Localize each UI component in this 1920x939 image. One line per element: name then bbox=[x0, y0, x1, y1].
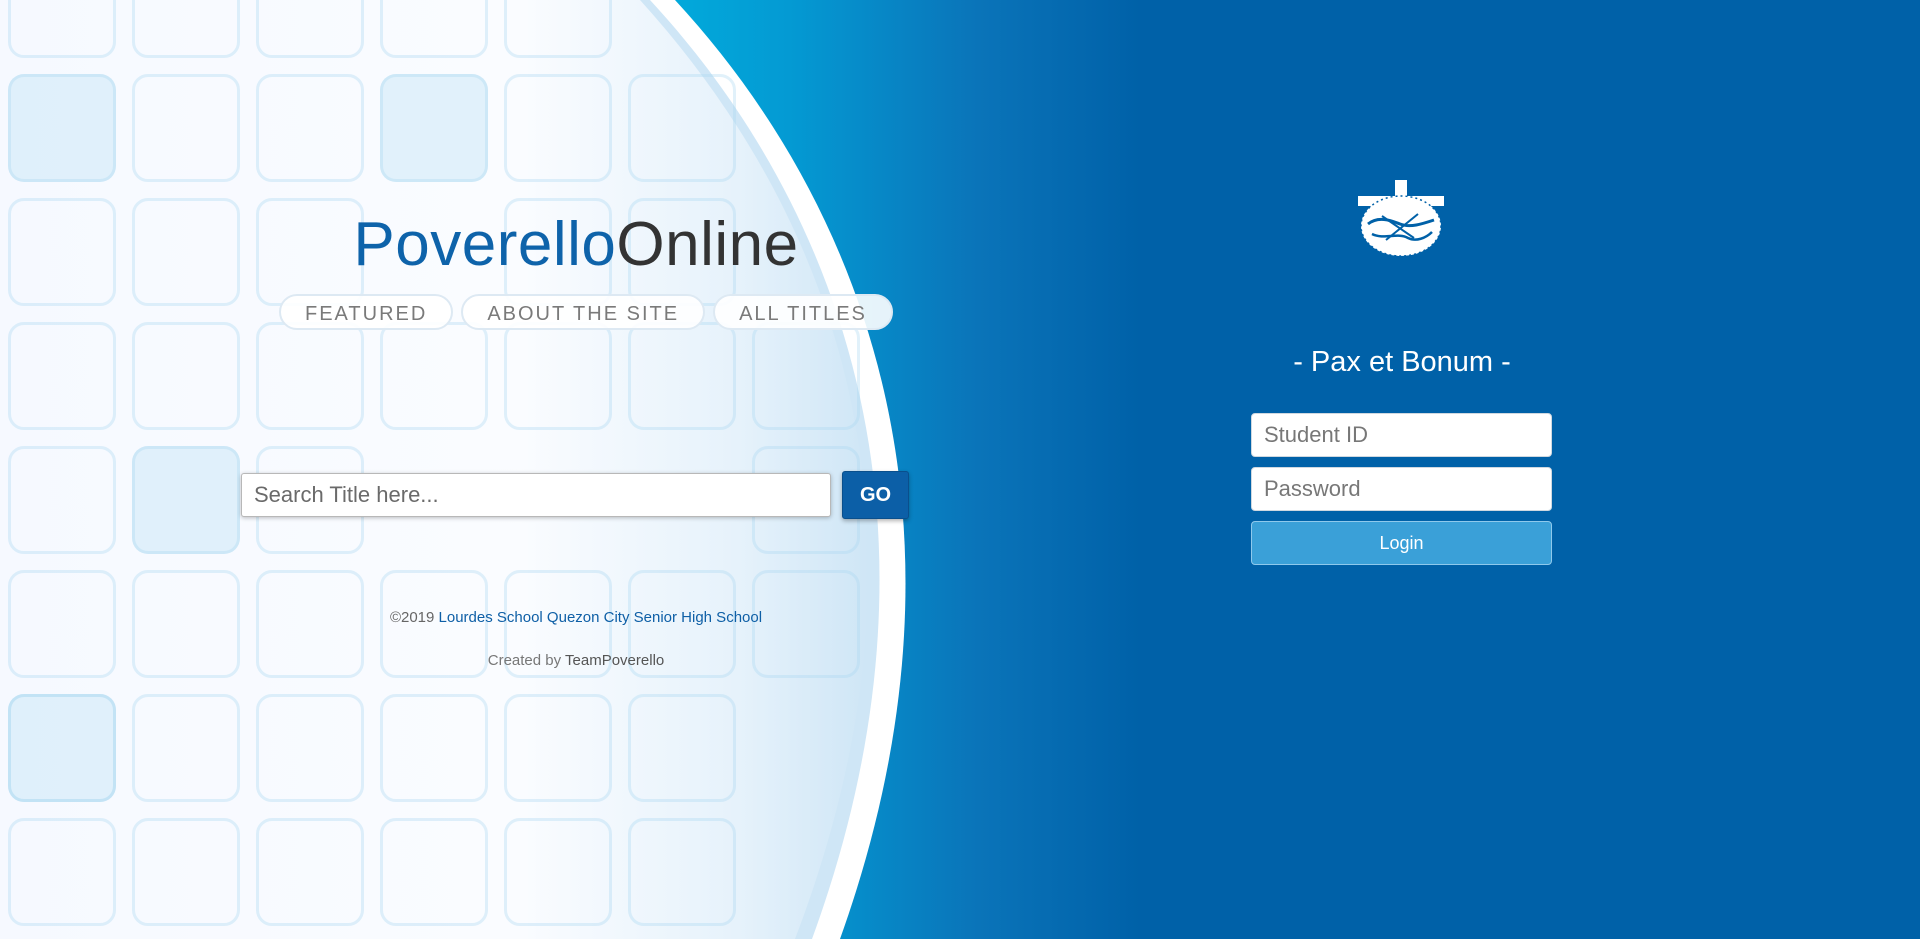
motto: - Pax et Bonum - bbox=[1293, 346, 1511, 378]
student-id-field[interactable] bbox=[1251, 413, 1552, 457]
site-title: PoverelloOnline bbox=[300, 210, 852, 280]
password-field[interactable] bbox=[1251, 467, 1552, 511]
search-input[interactable] bbox=[241, 473, 831, 517]
copyright-year: ©2019 bbox=[389, 609, 435, 626]
created-by-label: Created by bbox=[487, 652, 562, 669]
login-page: PoverelloOnline FEATURED ABOUT THE SITE … bbox=[0, 0, 1920, 939]
credits-line: Created by TeamPoverello bbox=[250, 652, 902, 669]
site-title-part2: Online bbox=[616, 210, 799, 279]
tab-about-the-site[interactable]: ABOUT THE SITE bbox=[461, 294, 706, 330]
tab-all-titles[interactable]: ALL TITLES bbox=[713, 294, 893, 330]
team-link[interactable]: TeamPoverello bbox=[565, 652, 664, 669]
go-button[interactable]: GO bbox=[842, 471, 909, 519]
site-title-part1: Poverello bbox=[353, 210, 617, 279]
nav-tabs: FEATURED ABOUT THE SITE ALL TITLES bbox=[279, 294, 893, 330]
crucifix-globe-logo-icon bbox=[1358, 180, 1444, 257]
tab-featured[interactable]: FEATURED bbox=[279, 294, 454, 330]
background-curve bbox=[0, 0, 906, 939]
login-button[interactable]: Login bbox=[1251, 521, 1552, 565]
school-link[interactable]: Lourdes School Quezon City Senior High S… bbox=[439, 609, 763, 626]
copyright-line: ©2019 Lourdes School Quezon City Senior … bbox=[250, 609, 902, 626]
